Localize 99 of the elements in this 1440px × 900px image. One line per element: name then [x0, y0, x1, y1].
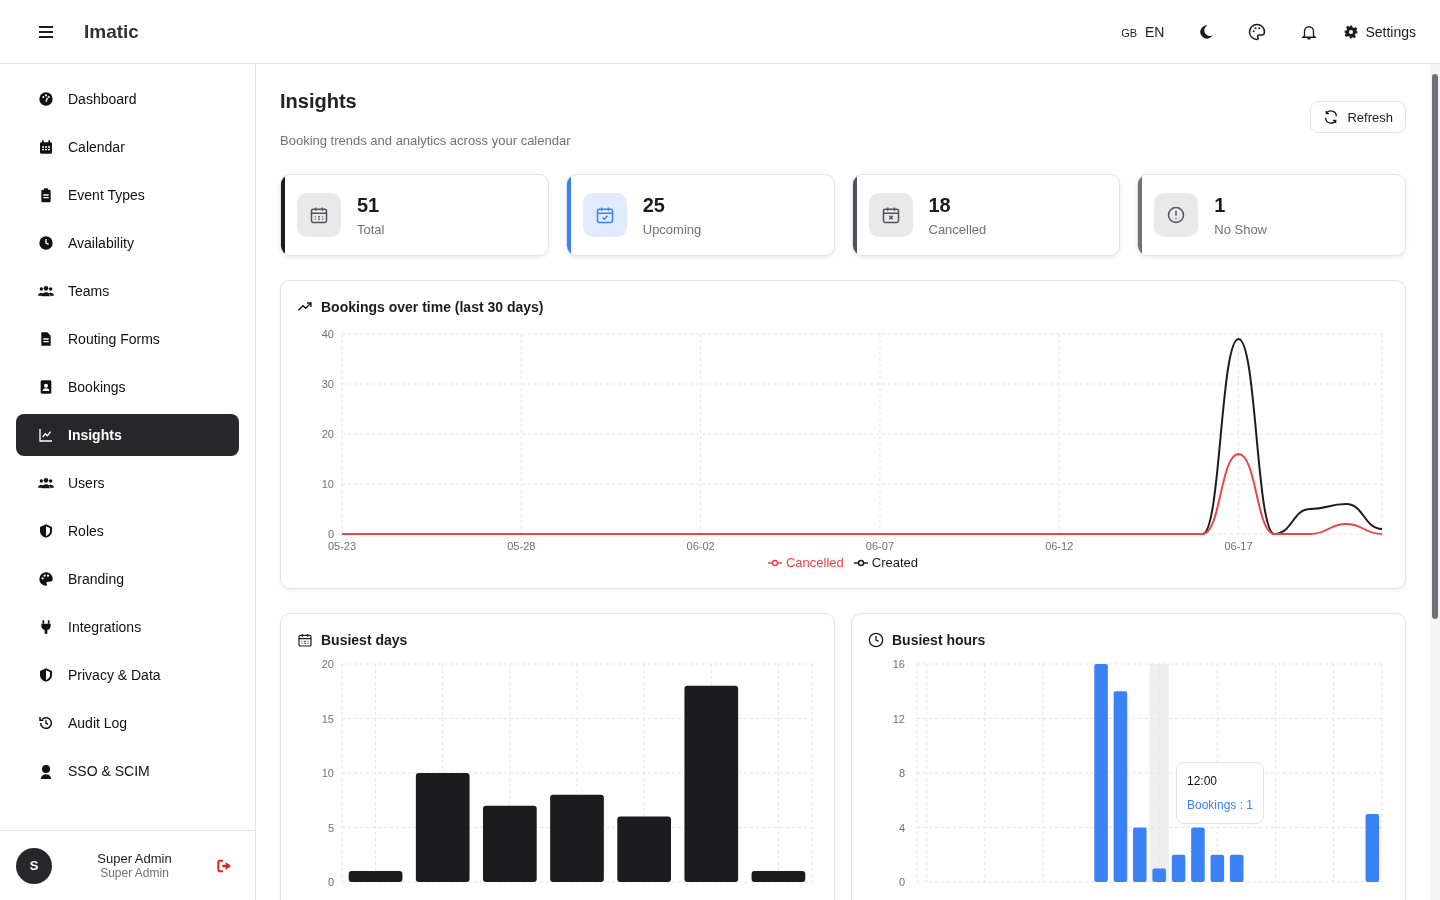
scrollbar[interactable]: [1430, 64, 1440, 900]
axis-label: 5: [327, 821, 334, 834]
sidebar-item[interactable]: Routing Forms: [16, 318, 239, 360]
axis-label: 40: [321, 328, 334, 340]
tooltip-value: Bookings : 1: [1186, 798, 1253, 812]
axis-label: 20: [321, 428, 334, 440]
history-icon: [38, 715, 54, 731]
stat-value: 18: [928, 193, 952, 217]
chart-bar: [1191, 827, 1205, 882]
sidebar-item[interactable]: Event Types: [16, 174, 239, 216]
users-icon: [38, 475, 54, 491]
chart-bar: [1133, 827, 1147, 882]
gear-icon: [1344, 24, 1359, 39]
calendar-icon: [38, 139, 54, 155]
user-name: Super Admin: [97, 851, 172, 866]
stat-label: Cancelled: [928, 221, 987, 237]
stat-label: Upcoming: [642, 221, 702, 237]
plug-icon: [38, 619, 54, 635]
tooltip-title: 12:00: [1186, 774, 1218, 788]
axis-label: 06-07: [865, 540, 894, 552]
sidebar-item[interactable]: Bookings: [16, 366, 239, 408]
legend-marker-icon: [767, 558, 782, 567]
axis-label: 20: [321, 658, 334, 670]
user-icon: [38, 763, 54, 779]
clipboard-icon: [38, 187, 54, 203]
stat-label: No Show: [1214, 221, 1267, 237]
axis-label: 06-02: [686, 540, 715, 552]
chart-bar: [1171, 854, 1186, 882]
axis-label: 0: [327, 876, 334, 888]
gauge-icon: [38, 91, 54, 107]
avatar: S: [16, 847, 52, 884]
stat-label: Total: [357, 221, 385, 237]
chart-line-icon: [38, 427, 54, 443]
stat-value: 25: [642, 193, 666, 217]
app-title: Imatic: [84, 20, 139, 43]
legend-item[interactable]: Created: [853, 555, 919, 570]
sidebar-item[interactable]: Audit Log: [16, 702, 239, 744]
axis-label: 12: [892, 712, 905, 725]
calendar-icon: [297, 193, 341, 237]
chart-bar: [1152, 868, 1166, 882]
address-book-icon: [38, 379, 54, 395]
sidebar-item[interactable]: Calendar: [16, 126, 239, 168]
axis-label: 06-17: [1224, 540, 1253, 552]
sidebar-item[interactable]: Roles: [16, 510, 239, 552]
user-role: Super Admin: [100, 866, 169, 880]
stat-value: 51: [357, 193, 381, 217]
axis-label: 8: [898, 767, 905, 779]
palette-icon: [38, 571, 54, 587]
axis-label: 4: [898, 821, 905, 834]
chart-bar: [1210, 854, 1225, 882]
shield-icon: [38, 523, 54, 539]
axis-label: 30: [321, 378, 334, 390]
chart-bar: [1229, 854, 1244, 882]
axis-label: 0: [898, 876, 905, 888]
language-selector[interactable]: GB EN: [1121, 23, 1165, 40]
axis-label: 10: [321, 767, 334, 779]
refresh-icon: [1323, 109, 1340, 125]
axis-label: 0: [327, 528, 334, 540]
chart-title: Busiest days: [321, 632, 408, 648]
chart-bar: [1365, 813, 1380, 882]
settings-button[interactable]: Settings: [1344, 23, 1416, 40]
alert-icon: [1154, 193, 1199, 237]
sidebar-item[interactable]: SSO & SCIM: [16, 750, 239, 792]
chart-bar: [751, 871, 806, 882]
axis-label: 16: [892, 658, 905, 670]
clock-icon: [868, 632, 884, 648]
stat-value: 1: [1214, 193, 1227, 217]
file-icon: [38, 331, 54, 347]
axis-label: 10: [321, 478, 334, 490]
legend-item[interactable]: Cancelled: [767, 555, 844, 570]
legend-marker-icon: [853, 558, 868, 567]
sidebar-item[interactable]: Branding: [16, 558, 239, 600]
chart-bar: [617, 816, 671, 882]
sidebar-item[interactable]: Integrations: [16, 606, 239, 648]
logout-icon[interactable]: [217, 858, 233, 873]
refresh-button[interactable]: Refresh: [1310, 101, 1406, 133]
chart-title: Busiest hours: [892, 632, 986, 648]
calendar-icon: [582, 193, 627, 237]
clock-icon: [38, 235, 54, 251]
sidebar-item[interactable]: Privacy & Data: [16, 654, 239, 696]
sidebar-item[interactable]: Teams: [16, 270, 239, 312]
sidebar-item[interactable]: Availability: [16, 222, 239, 264]
users-icon: [38, 283, 54, 299]
sidebar-item[interactable]: Users: [16, 462, 239, 504]
sidebar-item[interactable]: Dashboard: [16, 78, 239, 120]
shield-icon: [38, 667, 54, 683]
axis-label: 05-28: [507, 540, 536, 552]
axis-label: 05-23: [327, 540, 357, 552]
palette-icon[interactable]: [1248, 22, 1267, 41]
moon-icon[interactable]: [1198, 23, 1215, 40]
axis-label: 15: [321, 712, 334, 725]
chart-title: Bookings over time (last 30 days): [321, 299, 544, 315]
calendar-icon: [297, 632, 313, 648]
page-title: Insights: [280, 90, 358, 113]
page-subtitle: Booking trends and analytics across your calendar: [280, 133, 571, 148]
chart-bar: [348, 871, 403, 882]
calendar-icon: [868, 193, 913, 237]
axis-label: 06-12: [1045, 540, 1074, 552]
sidebar-item[interactable]: Insights: [16, 414, 239, 456]
